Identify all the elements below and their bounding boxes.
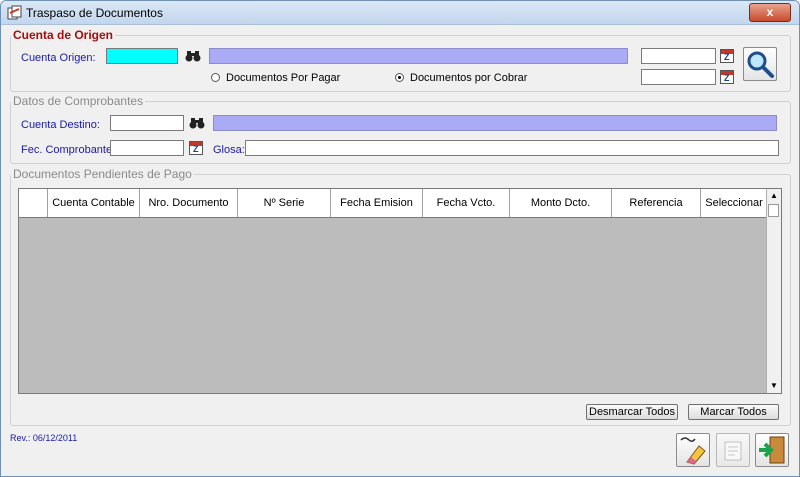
revision-label: Rev.: 06/12/2011 [10,433,78,443]
fecha-desde-input[interactable] [641,48,716,64]
app-icon [7,5,22,20]
glosa-input[interactable] [245,140,779,156]
calendar-icon[interactable] [720,70,734,84]
search-origen-button[interactable] [183,47,203,65]
comprobantes-legend: Datos de Comprobantes [13,94,144,108]
glosa-label: Glosa: [213,144,245,156]
marcar-todos-button[interactable]: Marcar Todos [688,404,779,420]
fecha-comprobante-input[interactable] [110,140,184,156]
cuenta-destino-label: Cuenta Destino: [21,119,100,131]
cuenta-origen-input[interactable] [106,48,178,64]
column-header-fecha-emision[interactable]: Fecha Emision [331,189,423,217]
binoculars-icon [185,51,201,62]
magnifier-icon [747,51,774,78]
binoculars-icon [189,118,205,129]
desmarcar-todos-button[interactable]: Desmarcar Todos [586,404,678,420]
clear-button[interactable] [676,433,710,467]
column-header-monto-dcto[interactable]: Monto Dcto. [510,189,612,217]
search-destino-button[interactable] [187,114,207,132]
cuenta-origen-label: Cuenta Origen: [21,52,96,64]
title-bar: Traspaso de Documentos x [1,1,799,25]
pendientes-legend: Documentos Pendientes de Pago [13,167,192,181]
eraser-icon [680,437,706,465]
column-header-referencia[interactable]: Referencia [612,189,701,217]
origen-legend: Cuenta de Origen [13,28,114,42]
column-header-fecha-vcto[interactable]: Fecha Vcto. [423,189,510,217]
fecha-hasta-input[interactable] [641,69,716,85]
print-icon [724,441,742,461]
radio-por-cobrar[interactable] [395,73,404,82]
close-button[interactable]: x [749,3,791,22]
scroll-thumb[interactable] [768,204,779,217]
cuenta-destino-input[interactable] [110,115,184,131]
cuenta-destino-description [213,115,777,131]
fecha-comprobante-label: Fec. Comprobante: [21,144,116,156]
column-header-nro-documento[interactable]: Nro. Documento [140,189,238,217]
scroll-up-icon[interactable]: ▲ [767,189,781,203]
radio-por-pagar[interactable] [211,73,220,82]
app-window: Traspaso de Documentos x Cuenta de Orige… [0,0,800,477]
search-button[interactable] [743,47,777,81]
calendar-icon[interactable] [720,49,734,63]
radio-por-pagar-label: Documentos Por Pagar [226,72,341,84]
calendar-icon[interactable] [189,141,203,155]
window-title: Traspaso de Documentos [26,6,163,20]
documents-grid[interactable]: Cuenta Contable Nro. Documento Nº Serie … [18,188,782,394]
scroll-down-icon[interactable]: ▼ [767,379,781,393]
exit-door-icon [759,436,785,464]
cuenta-origen-description [209,48,628,64]
column-header-serie[interactable]: Nº Serie [238,189,331,217]
radio-por-cobrar-label: Documentos por Cobrar [410,72,528,84]
print-button[interactable] [716,433,750,467]
column-header-cuenta-contable[interactable]: Cuenta Contable [48,189,140,217]
grid-header: Cuenta Contable Nro. Documento Nº Serie … [19,189,768,218]
column-header-seleccionar[interactable]: Seleccionar [701,189,768,217]
column-header-indicator [19,189,48,217]
exit-button[interactable] [755,433,789,467]
grid-scrollbar[interactable]: ▲ ▼ [766,189,781,393]
